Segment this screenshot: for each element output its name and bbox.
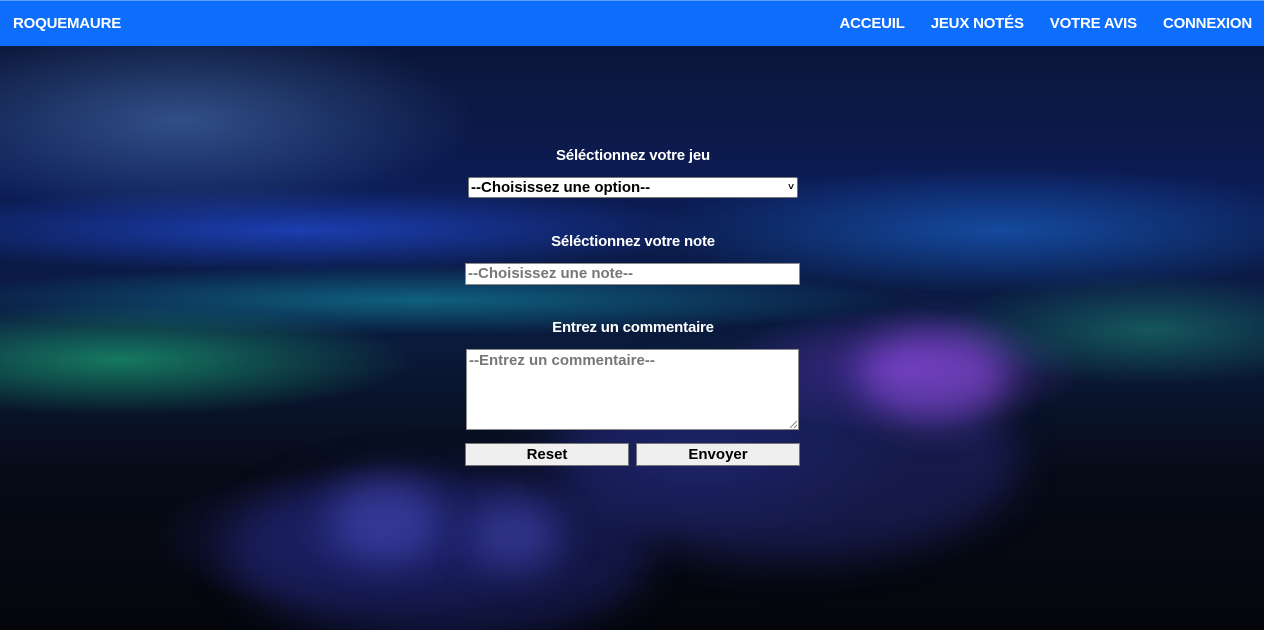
controller-blob — [470, 500, 560, 570]
comment-label: Entrez un commentaire — [552, 319, 714, 336]
rating-label: Séléctionnez votre note — [551, 233, 715, 250]
reset-button[interactable]: Reset — [465, 443, 629, 466]
nav-link-login[interactable]: CONNEXION — [1163, 15, 1252, 32]
game-label: Séléctionnez votre jeu — [556, 147, 710, 164]
nav-menu: ACCEUIL JEUX NOTÉS VOTRE AVIS CONNEXION — [839, 15, 1252, 32]
rating-placeholder: --Choisissez une note-- — [468, 265, 634, 282]
resize-grip-icon[interactable] — [790, 421, 797, 428]
game-select[interactable]: --Choisissez une option-- ˅ — [468, 177, 798, 198]
controller-blob — [860, 330, 1010, 420]
submit-button[interactable]: Envoyer — [636, 443, 800, 466]
rating-input[interactable]: --Choisissez une note-- — [465, 263, 800, 285]
comment-placeholder: --Entrez un commentaire-- — [469, 352, 655, 369]
nav-link-rated-games[interactable]: JEUX NOTÉS — [931, 15, 1024, 32]
brand-link[interactable]: ROQUEMAURE — [13, 15, 121, 32]
nav-link-home[interactable]: ACCEUIL — [839, 15, 904, 32]
controller-blob — [330, 480, 440, 560]
top-navbar: ROQUEMAURE ACCEUIL JEUX NOTÉS VOTRE AVIS… — [0, 0, 1264, 46]
game-select-value: --Choisissez une option-- — [471, 179, 651, 196]
chevron-down-icon: ˅ — [788, 182, 794, 193]
nav-link-your-review[interactable]: VOTRE AVIS — [1050, 15, 1137, 32]
comment-textarea[interactable]: --Entrez un commentaire-- — [466, 349, 799, 430]
background-image — [0, 0, 1264, 630]
